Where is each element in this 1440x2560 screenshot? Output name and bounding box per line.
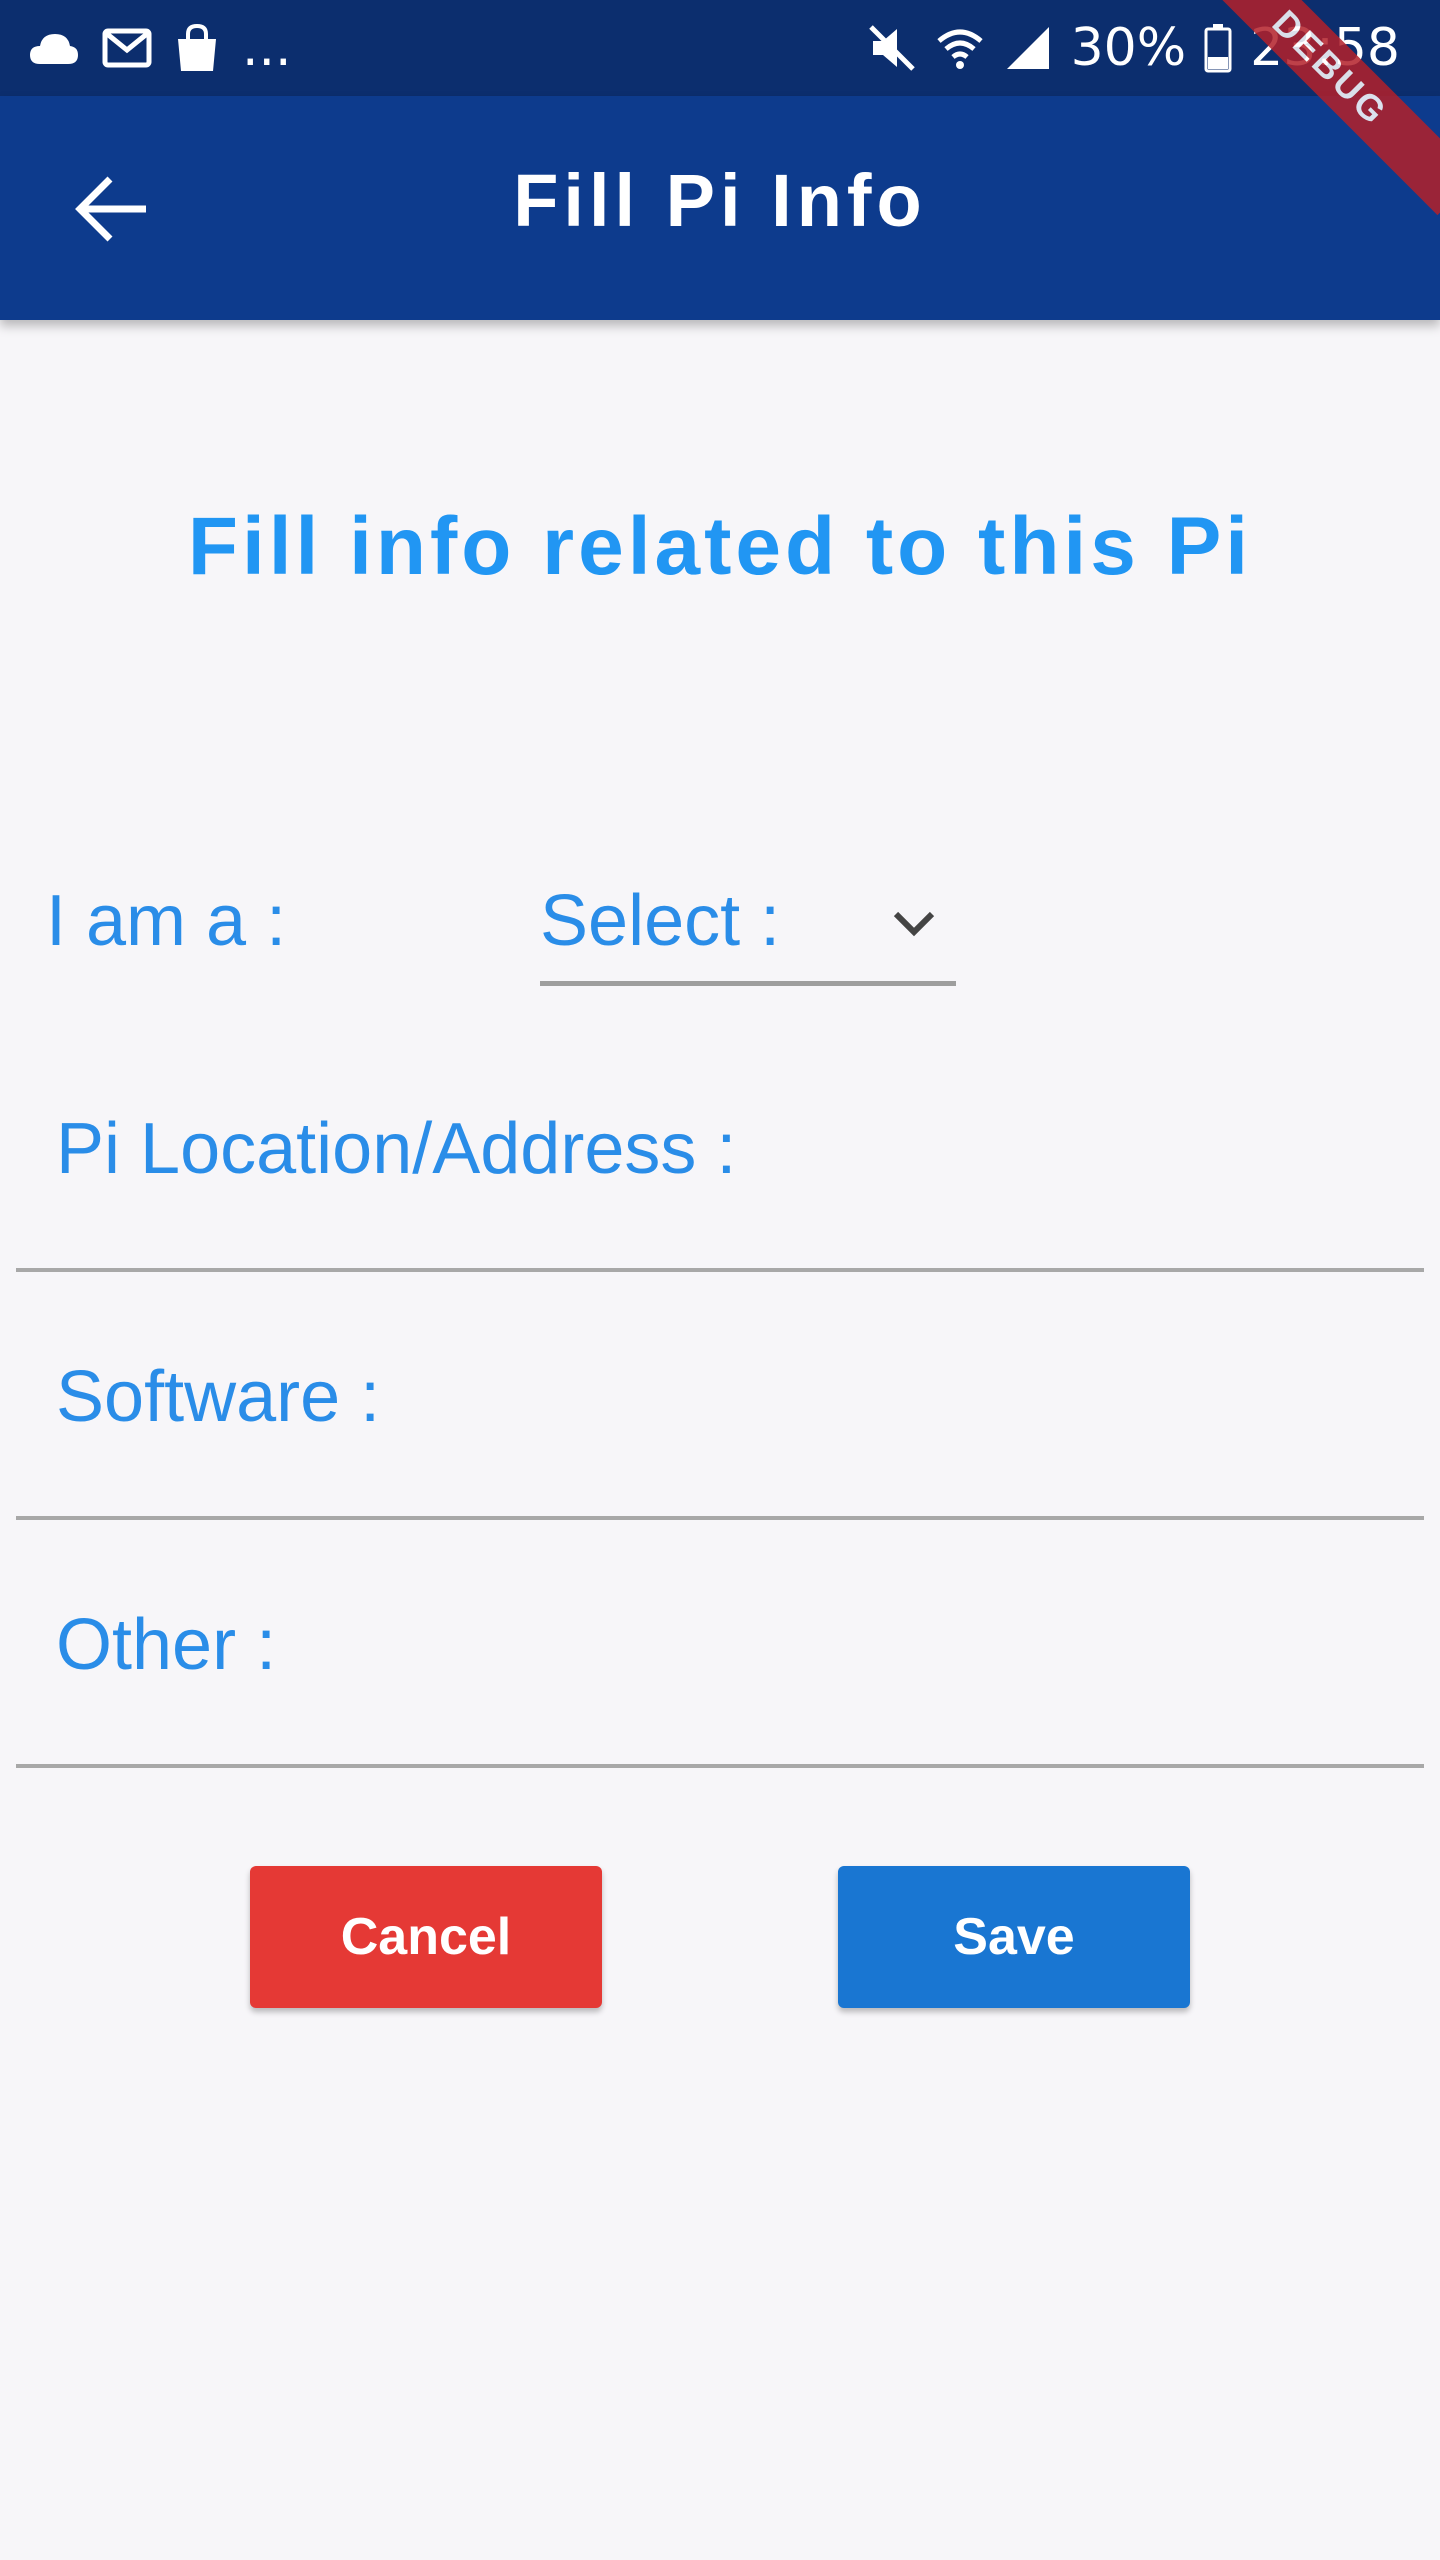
status-left-icons: ... [28,18,292,78]
other-field[interactable]: Other : [16,1568,1424,1768]
software-field-label: Software : [56,1357,381,1437]
more-notifications-indicator: ... [242,18,292,78]
save-button[interactable]: Save [838,1866,1190,2008]
battery-icon [1204,23,1232,73]
location-field-label: Pi Location/Address : [56,1109,737,1189]
cancel-button[interactable]: Cancel [250,1866,602,2008]
app-bar: Fill Pi Info [0,96,1440,320]
gmail-icon [102,28,152,68]
shopping-bag-icon [174,23,220,73]
cloud-icon [28,28,80,68]
role-label: I am a : [46,881,287,961]
mute-icon [867,23,917,73]
wifi-icon [935,23,985,73]
signal-icon [1003,23,1053,73]
chevron-down-icon [890,900,938,953]
role-dropdown[interactable]: Select : [540,868,956,986]
status-bar: ... 30% 23:58 [0,0,1440,96]
form-heading: Fill info related to this Pi [187,501,1253,592]
software-field[interactable]: Software : [16,1320,1424,1520]
location-field[interactable]: Pi Location/Address : [16,1072,1424,1272]
page-title: Fill Pi Info [513,159,927,242]
role-dropdown-value: Select : [540,881,781,961]
other-field-label: Other : [56,1605,277,1685]
battery-percent: 30% [1070,18,1187,78]
